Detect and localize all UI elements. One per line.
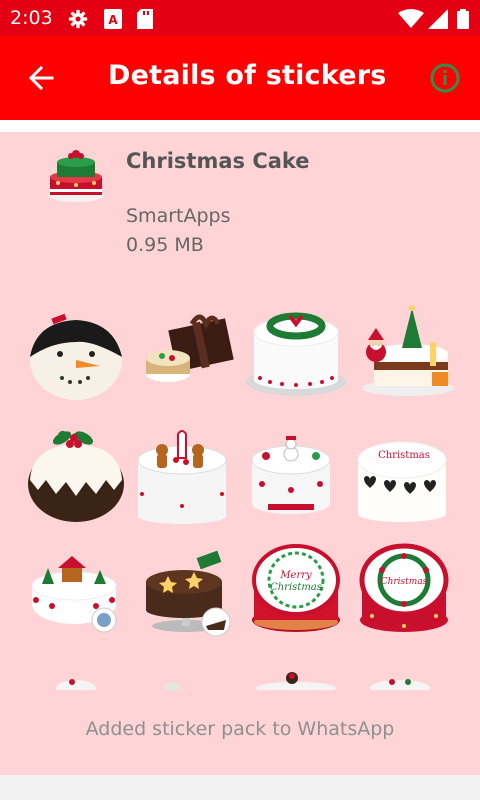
sticker-gift-box-pie[interactable] — [132, 302, 240, 402]
wifi-icon — [398, 9, 424, 28]
status-bar: 2:03 A — [0, 0, 480, 36]
sticker-wreath-cake[interactable] — [242, 302, 350, 402]
sticker-grid: Christmas Merry Christmas Christmas — [22, 302, 458, 687]
status-time: 2:03 — [10, 7, 53, 29]
pack-publisher: SmartApps — [126, 205, 231, 227]
app-bar: Details of stickers — [0, 36, 480, 120]
pack-size: 0.95 MB — [126, 234, 204, 256]
sticker-star-cake-slice[interactable] — [132, 540, 240, 640]
svg-text:Christmas: Christmas — [378, 450, 430, 461]
info-icon — [430, 63, 460, 93]
sticker-peek-4[interactable] — [352, 668, 460, 690]
pack-name: Christmas Cake — [126, 149, 310, 173]
back-button[interactable] — [20, 56, 64, 100]
sticker-santa-tree-cake[interactable] — [352, 302, 458, 402]
settings-icon — [68, 9, 88, 29]
svg-text:Merry: Merry — [279, 570, 312, 581]
sticker-peek-1[interactable] — [22, 668, 130, 690]
arrow-left-icon — [28, 65, 54, 91]
sticker-wreath-merry-christmas-cake[interactable]: Christmas — [352, 540, 458, 640]
sticker-christmas-village-cake[interactable] — [22, 540, 130, 640]
added-to-whatsapp-status: Added sticker pack to WhatsApp — [85, 718, 395, 740]
sticker-gingerbread-cake[interactable] — [132, 424, 240, 524]
svg-text:Christmas: Christmas — [270, 582, 322, 593]
bottom-bar — [0, 775, 480, 800]
page-title: Details of stickers — [108, 60, 387, 91]
accessibility-icon: A — [104, 9, 122, 29]
signal-icon — [428, 9, 448, 29]
svg-text:A: A — [108, 13, 118, 27]
info-button[interactable] — [423, 56, 467, 100]
pack-tray-icon — [48, 150, 104, 202]
sticker-hearts-cake[interactable]: Christmas — [352, 424, 458, 524]
sd-card-icon — [137, 9, 153, 29]
svg-text:Christmas: Christmas — [381, 577, 428, 587]
sticker-snowman-white-cake[interactable] — [242, 424, 350, 524]
sticker-christmas-pudding[interactable] — [22, 424, 130, 524]
sticker-peek-3[interactable] — [242, 668, 350, 690]
sticker-merry-christmas-cake[interactable]: Merry Christmas — [242, 540, 350, 640]
sticker-snowman-cake[interactable] — [22, 302, 130, 402]
battery-icon — [457, 9, 469, 29]
sticker-peek-2[interactable] — [132, 668, 240, 690]
